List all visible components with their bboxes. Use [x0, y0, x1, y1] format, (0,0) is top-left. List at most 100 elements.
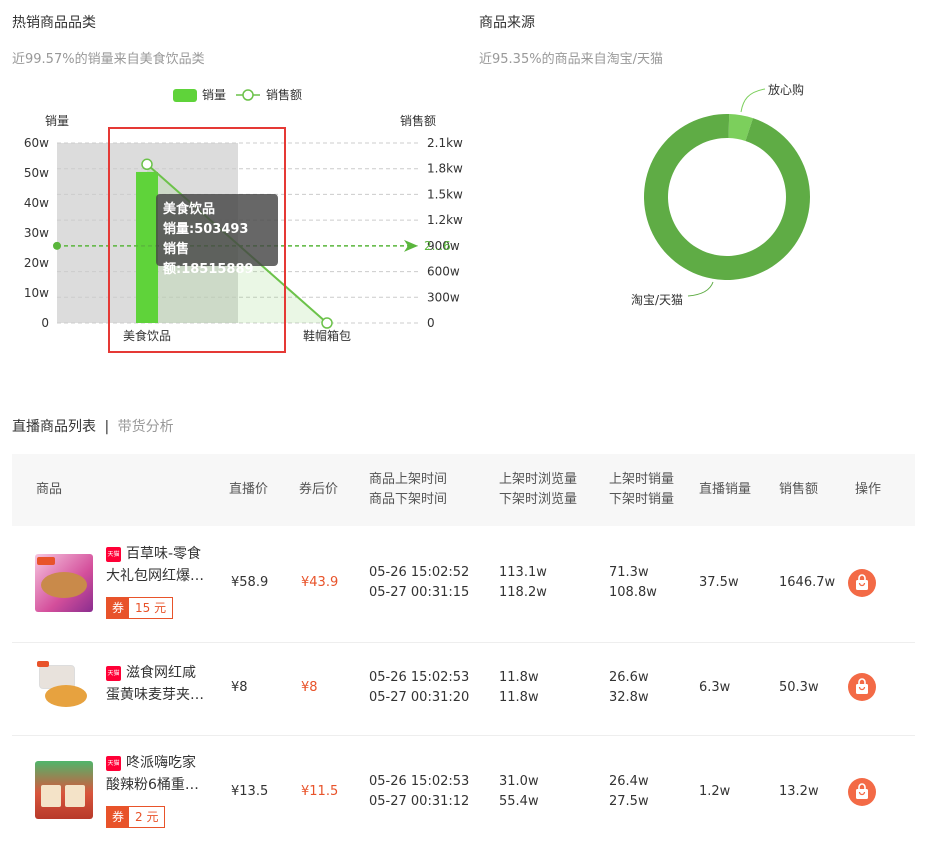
- y-left-axis-label: 销量: [45, 114, 69, 128]
- y-right-tick-label: 300w: [427, 290, 460, 304]
- markline-start-dot: [53, 241, 61, 250]
- coupon-value: 15 元: [135, 601, 167, 615]
- revenue-point: [321, 317, 333, 329]
- coupon-tag: 券: [107, 807, 130, 827]
- tmall-badge-icon: 天猫: [106, 547, 121, 562]
- on-views: 31.0w: [499, 774, 539, 789]
- tmall-badge-icon: 天猫: [106, 756, 121, 771]
- product-thumbnail[interactable]: [35, 761, 93, 819]
- table-row[interactable]: 天猫 百草味-零食 大礼包网红爆… 券 15 元 ¥58.9 ¥43.9 05-2…: [12, 527, 915, 643]
- live-sales: 37.5w: [699, 575, 739, 590]
- legend-revenue-label: 销售额: [266, 87, 302, 102]
- live-sales: 6.3w: [699, 680, 731, 695]
- markline-label: 2...6: [424, 239, 451, 253]
- product-name-line1[interactable]: 天猫 百草味-零食: [106, 544, 201, 564]
- live-price: ¥58.9: [231, 575, 269, 590]
- hot-category-title: 热销商品品类: [12, 15, 96, 31]
- header-coupon-price[interactable]: 券后价: [299, 480, 338, 500]
- live-price: ¥13.5: [231, 784, 269, 799]
- header-off-views: 下架时浏览量: [499, 492, 578, 507]
- y-right-tick-label: 1.2kw: [427, 213, 463, 227]
- off-sales: 108.8w: [609, 585, 657, 600]
- off-time: 05-27 00:31:15: [369, 585, 470, 600]
- hot-category-subtitle: 近99.57%的销量来自美食饮品类: [12, 52, 205, 67]
- y-left-tick-label: 10w: [24, 286, 49, 300]
- y-right-tick-label: 2.1kw: [427, 136, 463, 150]
- coupon-price: ¥8: [301, 680, 318, 695]
- on-time: 05-26 15:02:53: [369, 670, 470, 685]
- source-donut-chart: 放心购 淘宝/天猫: [631, 82, 810, 307]
- product-name-line2[interactable]: 蛋黄味麦芽夹…: [106, 685, 204, 705]
- y-right-tick-label: 1.8kw: [427, 162, 463, 176]
- header-live-sales[interactable]: 直播销量: [699, 480, 751, 500]
- coupon-tag: 券: [107, 598, 130, 618]
- product-name-line1[interactable]: 天猫 滋食网红咸: [106, 663, 196, 683]
- product-name-line2[interactable]: 大礼包网红爆…: [106, 566, 204, 586]
- off-time: 05-27 00:31:20: [369, 690, 470, 705]
- coupon-price: ¥11.5: [301, 784, 339, 799]
- header-product: 商品: [36, 482, 63, 497]
- donut-slice-taobao[interactable]: [644, 114, 810, 280]
- y-left-tick-label: 50w: [24, 166, 49, 180]
- on-sales: 26.6w: [609, 670, 649, 685]
- tooltip-revenue: 销售额:18515889: [163, 242, 254, 277]
- tooltip-sales: 销量:503493: [163, 222, 249, 237]
- y-right-tick-label: 1.5kw: [427, 187, 463, 201]
- on-time: 05-26 15:02:52: [369, 565, 470, 580]
- y-left-tick-label: 40w: [24, 196, 49, 210]
- shopping-bag-icon[interactable]: [848, 673, 876, 701]
- revenue: 1646.7w: [779, 575, 836, 590]
- label-line-taobao: [687, 281, 714, 297]
- off-sales: 27.5w: [609, 794, 649, 809]
- markline-arrow-icon: [404, 239, 418, 252]
- coupon-badge: 券 15 元: [106, 597, 174, 619]
- y-left-tick-label: 30w: [24, 226, 49, 240]
- y-left-tick-label: 0: [41, 316, 49, 330]
- product-name-line2[interactable]: 酸辣粉6桶重…: [106, 775, 199, 795]
- shopping-bag-icon[interactable]: [848, 569, 876, 597]
- on-views: 11.8w: [499, 670, 539, 685]
- on-time: 05-26 15:02:53: [369, 774, 470, 789]
- header-on-sales: 上架时销量: [609, 472, 675, 487]
- header-action: 操作: [855, 482, 882, 497]
- tmall-badge-icon: 天猫: [106, 666, 121, 681]
- header-live-price[interactable]: 直播价: [229, 480, 268, 500]
- on-sales: 71.3w: [609, 565, 649, 580]
- header-on-time: 商品上架时间: [369, 472, 448, 487]
- y-right-axis-label: 销售额: [400, 113, 436, 128]
- product-name-line1[interactable]: 天猫 咚派嗨吃家: [106, 753, 196, 773]
- on-views: 113.1w: [499, 565, 547, 580]
- tooltip-title: 美食饮品: [163, 202, 216, 217]
- revenue: 50.3w: [779, 680, 819, 695]
- table-row[interactable]: 天猫 咚派嗨吃家 酸辣粉6桶重… 券 2 元 ¥13.5 ¥11.5 05-26 …: [12, 736, 915, 840]
- donut-label-taobao: 淘宝/天猫: [631, 293, 683, 307]
- label-line-fangxin: [740, 88, 766, 113]
- source-title: 商品来源: [479, 15, 535, 31]
- y-left-tick-label: 20w: [24, 256, 49, 270]
- y-right-tick-label: 0: [427, 316, 435, 330]
- live-sales: 1.2w: [699, 784, 731, 799]
- coupon-price: ¥43.9: [301, 575, 339, 590]
- header-off-time: 商品下架时间: [369, 492, 448, 507]
- on-sales: 26.4w: [609, 774, 649, 789]
- coupon-badge: 券 2 元: [106, 806, 166, 828]
- source-subtitle: 近95.35%的商品来自淘宝/天猫: [479, 52, 663, 67]
- legend-revenue-marker: [242, 89, 254, 101]
- off-views: 118.2w: [499, 585, 547, 600]
- header-revenue[interactable]: 销售额: [779, 480, 818, 500]
- header-on-views: 上架时浏览量: [499, 472, 578, 487]
- product-thumbnail[interactable]: [35, 659, 93, 717]
- chart-tooltip: 美食饮品 销量:503493 销售额:18515889: [156, 194, 278, 277]
- x-category-label: 鞋帽箱包: [303, 328, 351, 343]
- legend-sales-swatch[interactable]: [173, 89, 197, 102]
- product-thumbnail[interactable]: [35, 554, 93, 612]
- off-views: 55.4w: [499, 794, 539, 809]
- legend-sales-label: 销量: [202, 88, 226, 102]
- off-time: 05-27 00:31:12: [369, 794, 470, 809]
- tab-sales-analysis[interactable]: 带货分析: [118, 419, 174, 435]
- y-left-tick-label: 60w: [24, 136, 49, 150]
- shopping-bag-icon[interactable]: [848, 778, 876, 806]
- table-row[interactable]: 天猫 滋食网红咸 蛋黄味麦芽夹… ¥8 ¥8 05-26 15:02:53 05-…: [12, 643, 915, 736]
- live-price: ¥8: [231, 680, 248, 695]
- tab-live-products[interactable]: 直播商品列表: [12, 419, 96, 435]
